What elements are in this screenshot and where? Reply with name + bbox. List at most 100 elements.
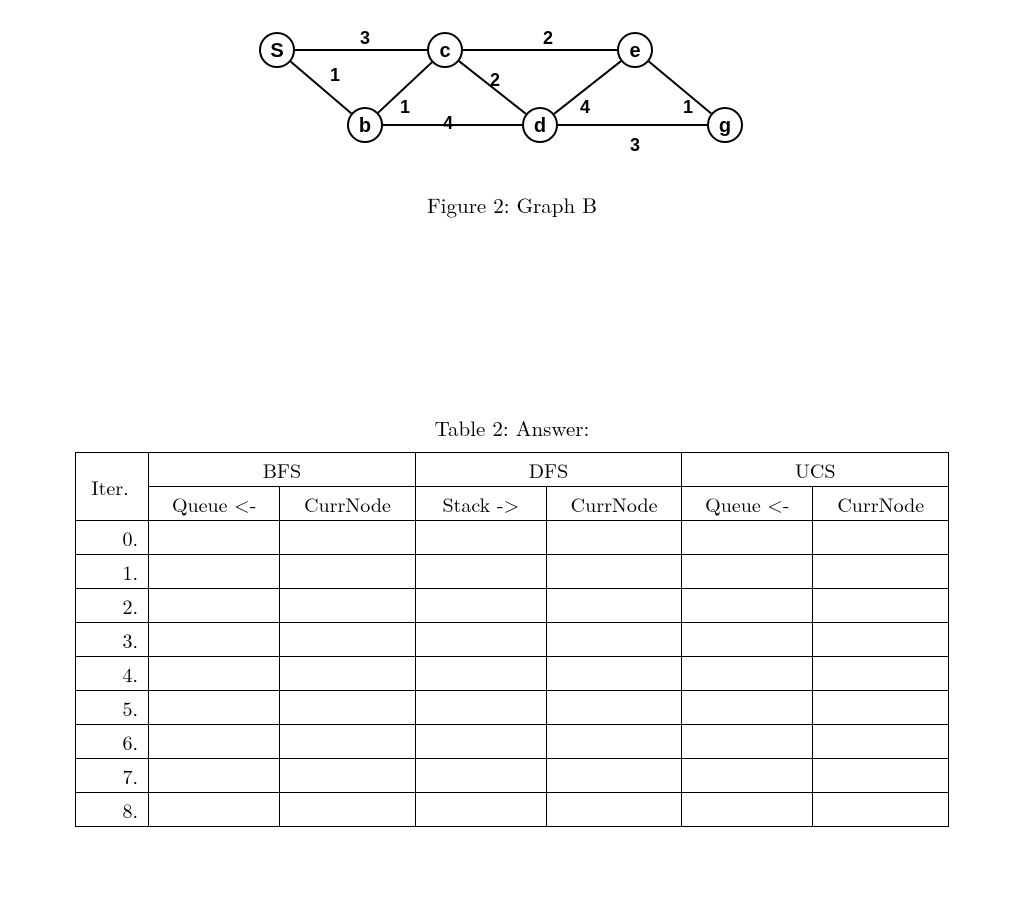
graph-b: Scebdg 311422431 <box>245 20 775 160</box>
data-cell <box>415 691 546 725</box>
dfs-stack-header: Stack -> <box>415 487 546 521</box>
data-cell <box>813 657 949 691</box>
table-row: 5. <box>76 691 949 725</box>
iter-cell: 6. <box>76 725 149 759</box>
table-row: 6. <box>76 725 949 759</box>
data-cell <box>415 657 546 691</box>
data-cell <box>813 623 949 657</box>
data-cell <box>682 793 813 827</box>
data-cell <box>813 691 949 725</box>
edge-s-b <box>291 62 352 114</box>
data-cell <box>682 657 813 691</box>
edge-weight-s-b: 1 <box>330 65 340 86</box>
iter-header: Iter. <box>76 453 149 521</box>
dfs-header: DFS <box>415 453 682 487</box>
data-cell <box>415 793 546 827</box>
data-cell <box>149 691 280 725</box>
iter-cell: 7. <box>76 759 149 793</box>
data-cell <box>682 521 813 555</box>
ucs-currnode-header: CurrNode <box>813 487 949 521</box>
data-cell <box>415 555 546 589</box>
data-cell <box>813 759 949 793</box>
data-cell <box>546 623 681 657</box>
table-row: 0. <box>76 521 949 555</box>
table-sub-header-row: Queue <- CurrNode Stack -> CurrNode Queu… <box>76 487 949 521</box>
figure-caption: Figure 2: Graph B <box>0 190 1024 220</box>
iter-cell: 5. <box>76 691 149 725</box>
data-cell <box>280 725 415 759</box>
node-s: S <box>259 32 295 68</box>
data-cell <box>546 589 681 623</box>
data-cell <box>415 521 546 555</box>
data-cell <box>415 589 546 623</box>
table-row: 3. <box>76 623 949 657</box>
data-cell <box>149 623 280 657</box>
data-cell <box>813 589 949 623</box>
edge-weight-d-e: 4 <box>580 97 590 118</box>
data-cell <box>546 725 681 759</box>
data-cell <box>280 691 415 725</box>
data-cell <box>415 725 546 759</box>
ucs-header: UCS <box>682 453 949 487</box>
data-cell <box>280 759 415 793</box>
data-cell <box>415 759 546 793</box>
table-row: 8. <box>76 793 949 827</box>
iter-cell: 2. <box>76 589 149 623</box>
data-cell <box>813 793 949 827</box>
answer-table: Iter. BFS DFS UCS Queue <- CurrNode Stac… <box>75 452 949 827</box>
graph-edges <box>245 20 775 160</box>
edge-weight-e-g: 1 <box>683 97 693 118</box>
edge-weight-b-d: 4 <box>443 113 453 134</box>
iter-cell: 8. <box>76 793 149 827</box>
data-cell <box>149 725 280 759</box>
node-g: g <box>707 107 743 143</box>
table-caption: Table 2: Answer: <box>0 413 1024 443</box>
bfs-currnode-header: CurrNode <box>280 487 415 521</box>
document-page: Scebdg 311422431 Figure 2: Graph B Table… <box>0 0 1024 904</box>
iter-cell: 0. <box>76 521 149 555</box>
data-cell <box>682 589 813 623</box>
node-c: c <box>427 32 463 68</box>
table-group-header-row: Iter. BFS DFS UCS <box>76 453 949 487</box>
table-row: 2. <box>76 589 949 623</box>
data-cell <box>149 521 280 555</box>
data-cell <box>813 521 949 555</box>
ucs-queue-header: Queue <- <box>682 487 813 521</box>
bfs-header: BFS <box>149 453 416 487</box>
iter-cell: 3. <box>76 623 149 657</box>
edge-e-g <box>649 62 711 114</box>
data-cell <box>682 555 813 589</box>
node-d: d <box>522 107 558 143</box>
edge-weight-c-d: 2 <box>490 70 500 91</box>
data-cell <box>280 657 415 691</box>
data-cell <box>149 793 280 827</box>
data-cell <box>682 623 813 657</box>
bfs-queue-header: Queue <- <box>149 487 280 521</box>
data-cell <box>682 725 813 759</box>
data-cell <box>149 657 280 691</box>
dfs-currnode-header: CurrNode <box>546 487 681 521</box>
table-row: 1. <box>76 555 949 589</box>
data-cell <box>280 589 415 623</box>
data-cell <box>280 521 415 555</box>
node-e: e <box>617 32 653 68</box>
data-cell <box>813 555 949 589</box>
data-cell <box>682 759 813 793</box>
iter-cell: 1. <box>76 555 149 589</box>
node-b: b <box>347 107 383 143</box>
data-cell <box>546 657 681 691</box>
iter-cell: 4. <box>76 657 149 691</box>
edge-weight-d-g: 3 <box>630 135 640 156</box>
table-row: 4. <box>76 657 949 691</box>
edge-weight-c-e: 2 <box>543 28 553 49</box>
data-cell <box>546 555 681 589</box>
data-cell <box>546 691 681 725</box>
data-cell <box>546 759 681 793</box>
data-cell <box>546 521 681 555</box>
data-cell <box>149 555 280 589</box>
data-cell <box>149 759 280 793</box>
data-cell <box>280 793 415 827</box>
data-cell <box>149 589 280 623</box>
table-row: 7. <box>76 759 949 793</box>
data-cell <box>280 623 415 657</box>
